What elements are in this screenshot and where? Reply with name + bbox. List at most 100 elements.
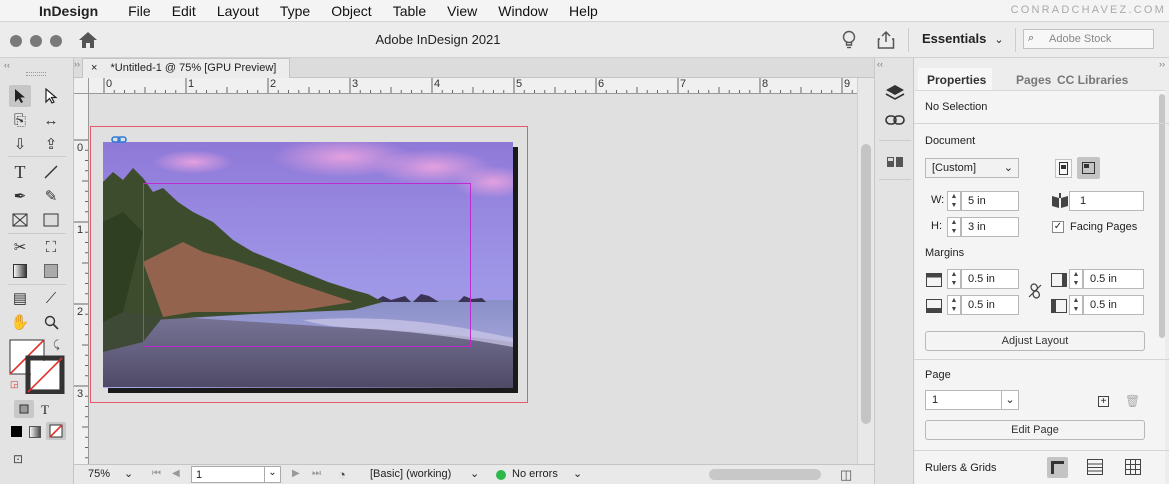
type-tool[interactable]: T	[9, 161, 31, 183]
landscape-orientation-button[interactable]	[1077, 157, 1100, 179]
menu-help[interactable]: Help	[569, 3, 598, 19]
add-page-icon[interactable]: +	[1098, 396, 1109, 407]
chevron-down-icon[interactable]: ⌄	[264, 467, 280, 482]
document-preset-select[interactable]: [Custom] ⌄	[925, 158, 1019, 178]
document-tab[interactable]: × *Untitled-1 @ 75% [GPU Preview]	[82, 58, 290, 78]
close-tab-icon[interactable]: ×	[91, 62, 97, 74]
previous-page-icon[interactable]: ◀	[172, 468, 180, 479]
menu-file[interactable]: File	[128, 3, 151, 19]
links-icon[interactable]	[885, 114, 905, 126]
height-field[interactable]: 3 in	[961, 217, 1019, 237]
preflight-profile-icon[interactable]: ◔	[338, 467, 346, 482]
pages-panel-icon[interactable]	[886, 156, 904, 168]
gradient-feather-tool[interactable]	[40, 260, 62, 282]
menu-type[interactable]: Type	[280, 3, 310, 19]
share-icon[interactable]	[877, 30, 895, 50]
ruler-origin[interactable]	[74, 78, 89, 94]
height-stepper[interactable]: ▲ ▼	[947, 217, 961, 237]
tab-cc-libraries[interactable]: CC Libraries	[1057, 68, 1128, 90]
margin-top-field[interactable]: 0.5 in	[961, 269, 1019, 289]
screen-mode-icon[interactable]: ⊡	[13, 452, 23, 466]
line-tool[interactable]	[40, 161, 62, 183]
collapse-icon[interactable]: ‹‹	[4, 60, 10, 70]
trash-icon[interactable]: 🗑	[1125, 394, 1140, 408]
ruler-toggle-icon[interactable]	[1047, 457, 1068, 478]
edit-page-button[interactable]: Edit Page	[925, 420, 1145, 440]
gradient-swatch-tool[interactable]	[9, 260, 31, 282]
collapse-icon[interactable]: ››	[74, 59, 80, 69]
content-collector-tool[interactable]: ⇩	[9, 133, 31, 155]
selection-tool[interactable]	[9, 85, 31, 107]
panel-scroll-thumb[interactable]	[1159, 94, 1165, 338]
next-page-icon[interactable]: ▶	[292, 468, 300, 479]
apply-none-button[interactable]	[46, 422, 66, 440]
chevron-down-icon[interactable]: ⌄	[470, 467, 479, 480]
zoom-tool[interactable]	[40, 311, 62, 333]
adjust-layout-button[interactable]: Adjust Layout	[925, 331, 1145, 351]
layers-icon[interactable]	[885, 84, 905, 102]
scroll-thumb[interactable]	[861, 144, 871, 424]
document-grid-icon[interactable]	[1125, 459, 1141, 475]
pen-tool[interactable]: ✒	[9, 185, 31, 207]
hand-tool[interactable]: ✋	[9, 311, 31, 333]
pages-count-field[interactable]: 1	[1069, 191, 1144, 211]
menu-app-name[interactable]: InDesign	[39, 3, 98, 19]
search-stock-field[interactable]: ⌕ Adobe Stock	[1023, 29, 1154, 49]
formatting-affects-container[interactable]	[14, 400, 34, 418]
rectangle-tool[interactable]	[40, 209, 62, 231]
workspace-switcher[interactable]: Essentials ⌄	[922, 31, 1004, 46]
margin-left-stepper[interactable]: ▲ ▼	[1069, 295, 1083, 315]
collapse-icon[interactable]: ‹‹	[877, 59, 883, 69]
note-tool[interactable]: ▤	[9, 287, 31, 309]
pencil-tool[interactable]: ✎	[40, 185, 62, 207]
facing-pages-checkbox[interactable]: ✓	[1052, 221, 1064, 233]
pasteboard[interactable]	[89, 94, 857, 464]
menu-window[interactable]: Window	[498, 3, 548, 19]
vertical-scrollbar[interactable]	[857, 78, 874, 464]
apply-color-button[interactable]	[11, 426, 22, 437]
split-layout-icon[interactable]: ◫	[840, 467, 852, 483]
margin-bottom-stepper[interactable]: ▲ ▼	[947, 295, 961, 315]
page-tool[interactable]: ⎘	[9, 109, 31, 131]
preflight-profile[interactable]: [Basic] (working)	[370, 468, 451, 480]
width-field[interactable]: 5 in	[961, 191, 1019, 211]
page-select[interactable]: 1 ⌄	[925, 390, 1019, 410]
panel-grip[interactable]	[26, 72, 46, 76]
menu-edit[interactable]: Edit	[172, 3, 196, 19]
last-page-icon[interactable]: ⏭	[312, 468, 321, 479]
swap-fill-stroke-icon[interactable]: ⤹	[53, 339, 60, 352]
width-stepper[interactable]: ▲ ▼	[947, 191, 961, 211]
menu-table[interactable]: Table	[393, 3, 426, 19]
chevron-down-icon[interactable]: ⌄	[573, 467, 582, 480]
margin-top-stepper[interactable]: ▲ ▼	[947, 269, 961, 289]
collapse-icon[interactable]: ››	[1159, 59, 1165, 69]
default-fill-stroke-icon[interactable]: ◲	[10, 379, 19, 390]
horizontal-ruler[interactable]: 0 1 2 3 4 5 6 7 8 9	[89, 78, 857, 94]
link-margins-icon[interactable]	[1028, 283, 1042, 299]
portrait-orientation-button[interactable]	[1055, 159, 1072, 178]
chevron-down-icon[interactable]: ⌄	[124, 467, 133, 480]
menu-object[interactable]: Object	[331, 3, 371, 19]
zoom-level[interactable]: 75%	[88, 468, 110, 480]
horizontal-scroll-thumb[interactable]	[709, 469, 821, 480]
text-wrap-link-icon[interactable]	[111, 136, 127, 144]
margin-bottom-field[interactable]: 0.5 in	[961, 295, 1019, 315]
formatting-affects-text[interactable]: T	[41, 402, 49, 418]
vertical-ruler[interactable]: 0 1 2 3	[74, 94, 89, 464]
content-placer-tool[interactable]: ⇪	[40, 133, 62, 155]
baseline-grid-icon[interactable]	[1087, 459, 1103, 475]
free-transform-tool[interactable]: ⛶	[40, 236, 62, 258]
direct-selection-tool[interactable]	[40, 85, 62, 107]
margin-right-field[interactable]: 0.5 in	[1083, 269, 1144, 289]
eyedropper-tool[interactable]: ⟋	[40, 287, 62, 309]
gap-tool[interactable]: ↔	[40, 109, 62, 131]
preflight-status[interactable]: No errors	[512, 468, 558, 480]
tab-properties[interactable]: Properties	[918, 68, 992, 90]
scissors-tool[interactable]: ✂	[9, 236, 31, 258]
page-number-field[interactable]: 1 ⌄	[191, 466, 281, 483]
margin-left-field[interactable]: 0.5 in	[1083, 295, 1144, 315]
first-page-icon[interactable]: ⏮	[152, 468, 161, 479]
menu-layout[interactable]: Layout	[217, 3, 259, 19]
margin-right-stepper[interactable]: ▲ ▼	[1069, 269, 1083, 289]
menu-view[interactable]: View	[447, 3, 477, 19]
